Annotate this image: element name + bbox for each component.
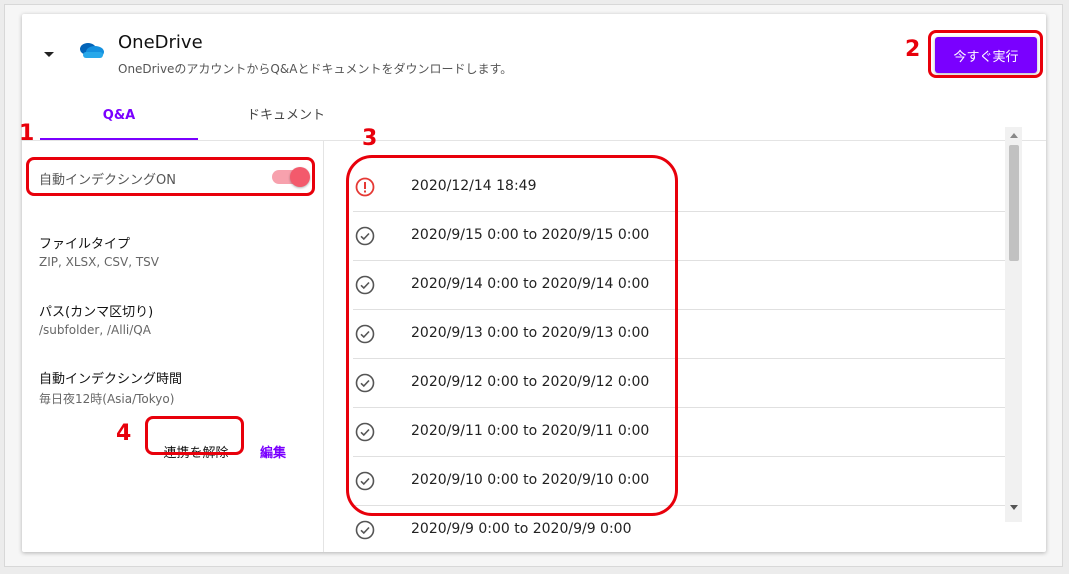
check-circle-icon — [355, 275, 375, 295]
list-item: 2020/9/13 0:00 to 2020/9/13 0:00 — [353, 310, 1013, 359]
list-item: 2020/12/14 18:49 — [353, 163, 1013, 212]
unlink-button[interactable]: 連携を解除 — [150, 436, 242, 466]
run-range: 2020/9/14 0:00 to 2020/9/14 0:00 — [411, 276, 650, 292]
schedule-value: 毎日夜12時(Asia/Tokyo) — [39, 392, 175, 406]
list-item: 2020/9/15 0:00 to 2020/9/15 0:00 — [353, 212, 1013, 261]
list-scrollbar[interactable] — [1005, 127, 1022, 522]
check-circle-icon — [355, 373, 375, 393]
check-circle-icon — [355, 226, 375, 246]
run-now-button[interactable]: 今すぐ実行 — [935, 37, 1037, 73]
run-range: 2020/9/10 0:00 to 2020/9/10 0:00 — [411, 472, 650, 488]
list-item: 2020/9/10 0:00 to 2020/9/10 0:00 — [353, 457, 1013, 506]
error-icon — [355, 177, 375, 197]
list-item: 2020/9/11 0:00 to 2020/9/11 0:00 — [353, 408, 1013, 457]
run-range: 2020/9/9 0:00 to 2020/9/9 0:00 — [411, 521, 632, 537]
schedule-label: 自動インデクシング時間 — [39, 372, 183, 387]
list-item: 2020/9/14 0:00 to 2020/9/14 0:00 — [353, 261, 1013, 310]
tab-qa[interactable]: Q&A — [40, 102, 198, 140]
callout-number-2: 2 — [905, 37, 921, 62]
check-circle-icon — [355, 422, 375, 442]
callout-number-3: 3 — [362, 126, 378, 151]
connector-title: OneDrive — [118, 32, 203, 53]
run-history-list: 2020/12/14 18:49 2020/9/15 0:00 to 2020/… — [325, 141, 1046, 552]
connector-card: OneDrive OneDriveのアカウントからQ&Aとドキュメントをダウンロ… — [22, 14, 1046, 552]
file-type-label: ファイルタイプ — [39, 237, 131, 252]
onedrive-cloud-icon — [80, 43, 104, 58]
check-circle-icon — [355, 471, 375, 491]
scroll-thumb[interactable] — [1009, 145, 1019, 261]
list-item: 2020/9/9 0:00 to 2020/9/9 0:00 — [353, 506, 1013, 552]
run-range: 2020/12/14 18:49 — [411, 178, 537, 194]
collapse-caret-icon[interactable] — [44, 52, 54, 57]
scroll-up-icon[interactable] — [1010, 133, 1018, 138]
settings-panel: 自動インデクシングON ファイルタイプ ZIP, XLSX, CSV, TSV … — [22, 141, 324, 552]
run-range: 2020/9/11 0:00 to 2020/9/11 0:00 — [411, 423, 650, 439]
callout-number-4: 4 — [116, 421, 132, 446]
file-type-value: ZIP, XLSX, CSV, TSV — [39, 255, 159, 269]
check-circle-icon — [355, 324, 375, 344]
path-value: /subfolder, /Alli/QA — [39, 323, 151, 337]
run-range: 2020/9/15 0:00 to 2020/9/15 0:00 — [411, 227, 650, 243]
run-range: 2020/9/13 0:00 to 2020/9/13 0:00 — [411, 325, 650, 341]
scroll-down-icon[interactable] — [1010, 505, 1018, 510]
auto-index-toggle[interactable] — [272, 167, 310, 187]
path-label: パス(カンマ区切り) — [39, 305, 154, 320]
run-range: 2020/9/12 0:00 to 2020/9/12 0:00 — [411, 374, 650, 390]
tab-documents[interactable]: ドキュメント — [198, 102, 374, 140]
edit-link[interactable]: 編集 — [260, 442, 286, 461]
list-item: 2020/9/12 0:00 to 2020/9/12 0:00 — [353, 359, 1013, 408]
check-circle-icon — [355, 520, 375, 540]
toggle-knob — [290, 167, 310, 187]
auto-index-label: 自動インデクシングON — [39, 173, 176, 188]
connector-subtitle: OneDriveのアカウントからQ&Aとドキュメントをダウンロードします。 — [118, 62, 513, 76]
callout-number-1: 1 — [19, 121, 35, 146]
